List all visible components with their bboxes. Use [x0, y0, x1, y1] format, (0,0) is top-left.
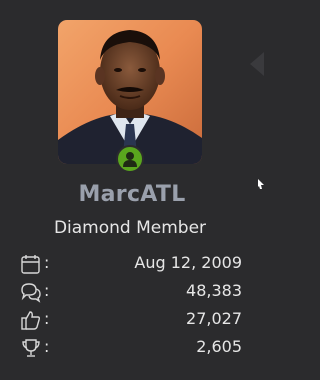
user-icon	[123, 152, 137, 167]
stat-value-joined: Aug 12, 2009	[134, 253, 242, 272]
username-link[interactable]: MarcATL	[0, 182, 264, 207]
stat-value-messages: 48,383	[186, 281, 242, 300]
member-tooltip-card: MarcATL Diamond Member : Aug 12, 2009 : …	[0, 0, 264, 380]
stat-label: :	[44, 281, 50, 300]
member-rank: Diamond Member	[53, 218, 207, 238]
trophy-icon	[20, 337, 42, 359]
stat-joined: : Aug 12, 2009	[20, 252, 242, 276]
stat-points[interactable]: : 2,605	[20, 336, 242, 360]
stat-value-reactions: 27,027	[186, 309, 242, 328]
tooltip-arrow	[250, 52, 264, 76]
avatar[interactable]	[58, 20, 202, 164]
stat-reactions: : 27,027	[20, 308, 242, 332]
stat-label: :	[44, 309, 50, 328]
online-status-badge	[116, 145, 144, 173]
calendar-icon	[20, 253, 42, 275]
stat-value-points: 2,605	[196, 337, 242, 356]
messages-icon	[20, 281, 42, 303]
stat-label: :	[44, 253, 50, 272]
stat-label: :	[44, 337, 50, 356]
thumbs-up-icon	[20, 309, 42, 331]
stat-messages[interactable]: : 48,383	[20, 280, 242, 304]
